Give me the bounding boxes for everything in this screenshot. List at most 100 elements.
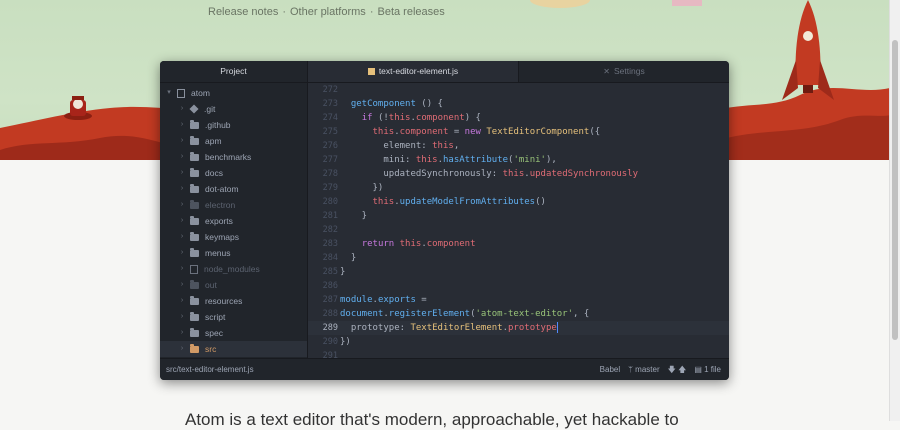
code-line: 285} [308,265,729,279]
code-line: 274 if (!this.component) { [308,111,729,125]
folder-icon [190,231,199,241]
tree-item-exports[interactable]: › exports [160,213,307,229]
tree-item-label: atom [191,88,210,98]
tree-item-docs[interactable]: › docs [160,165,307,181]
folder-icon [190,215,199,225]
tree-item-github[interactable]: › .github [160,117,307,133]
tree-item-node-modules[interactable]: › node_modules [160,261,307,277]
line-number: 280 [322,197,338,207]
tree-item-label: benchmarks [205,152,252,162]
tree-item-label: .git [204,104,216,114]
code-line-current: 289 prototype: TextEditorElement.prototy… [308,321,729,335]
chevron-right-icon: › [180,185,184,192]
tree-item-label: electron [205,200,236,210]
tree-item-label: script [205,312,226,322]
line-number: 275 [322,127,338,137]
git-fetch[interactable]: 🡇 🡅 [668,359,687,380]
repo-icon [177,88,185,98]
tree-item-electron[interactable]: › electron [160,197,307,213]
line-number: 287 [322,295,338,305]
code-line: 276 element: this, [308,139,729,153]
download-links: Release notes · Other platforms · Beta relea… [208,6,445,18]
tree-item-spec[interactable]: › spec [160,325,307,341]
chevron-right-icon: › [180,153,184,160]
tools-icon: ✕ [603,67,610,76]
line-number: 274 [322,113,338,123]
status-right: Babel ᛘ master 🡇 🡅 ▤ 1 file [600,359,721,380]
branch-label: master [635,365,660,374]
link-separator: · [369,6,374,18]
tab-settings[interactable]: ✕ Settings [519,61,729,82]
code-line: 290}) [308,335,729,349]
page-scrollbar[interactable] [889,0,900,421]
tree-item-keymaps[interactable]: › keymaps [160,229,307,245]
atom-editor-window: Project ▾ atom › .git › .github › apm › benchma… [160,61,729,380]
tree-root-atom[interactable]: ▾ atom [160,85,307,101]
folder-icon [190,119,199,129]
tree-item-git[interactable]: › .git [160,101,307,117]
tree-item-script[interactable]: › script [160,309,307,325]
code-line: 275 this.component = new TextEditorCompo… [308,125,729,139]
folder-icon [190,135,199,145]
line-number: 282 [322,225,338,235]
code-line: 278 updatedSynchronously: this.updatedSy… [308,167,729,181]
code-line: 279 }) [308,181,729,195]
line-number: 272 [322,85,338,95]
tree-list: ▾ atom › .git › .github › apm › benchmarks › docs… [160,83,307,357]
submodule-icon [190,264,198,274]
git-branch[interactable]: ᛘ master [628,359,659,380]
code-editor[interactable]: 272 273 getComponent () { 274 if (!this.… [308,83,729,358]
status-file-path[interactable]: src/text-editor-element.js [166,359,254,380]
chevron-right-icon: › [180,105,184,112]
code-line: 280 this.updateModelFromAttributes() [308,195,729,209]
tree-item-label: out [205,280,217,290]
file-count[interactable]: ▤ 1 file [694,359,721,380]
line-number: 273 [322,99,338,109]
tree-item-out[interactable]: › out [160,277,307,293]
folder-icon [190,199,199,209]
file-icon: ▤ [694,365,705,374]
arrow-down-icon: 🡇 [667,365,676,374]
chevron-right-icon: › [180,169,184,176]
line-number: 291 [322,351,338,358]
js-file-icon [367,68,375,76]
tree-item-dot-atom[interactable]: › dot-atom [160,181,307,197]
chevron-right-icon: › [180,217,184,224]
folder-icon [190,311,199,321]
scrollbar-thumb[interactable] [892,40,898,340]
tree-item-label: apm [205,136,222,146]
folder-icon [190,295,199,305]
grammar-selector[interactable]: Babel [600,359,620,380]
tree-item-menus[interactable]: › menus [160,245,307,261]
chevron-right-icon: › [180,121,184,128]
code-line: 282 [308,223,729,237]
line-number: 285 [322,267,338,277]
tree-item-label: dot-atom [205,184,239,194]
tree-item-resources[interactable]: › resources [160,293,307,309]
tree-item-label: exports [205,216,233,226]
tree-item-label: keymaps [205,232,240,242]
other-platforms-link[interactable]: Other platforms [290,6,366,18]
tab-bar: text-editor-element.js ✕ Settings [308,61,729,83]
release-notes-link[interactable]: Release notes [208,6,278,18]
line-number: 279 [322,183,338,193]
chevron-right-icon: › [180,329,184,336]
folder-icon [190,279,199,289]
link-separator: · [282,6,286,18]
arrow-up-icon: 🡅 [678,365,687,374]
line-number: 288 [322,309,338,319]
tree-item-benchmarks[interactable]: › benchmarks [160,149,307,165]
line-number: 283 [322,239,338,249]
tree-item-src[interactable]: › src [160,341,307,357]
tab-text-editor-element[interactable]: text-editor-element.js [308,61,519,82]
code-line: 272 [308,83,729,97]
line-number: 284 [322,253,338,263]
tree-view-header[interactable]: Project [160,61,307,83]
beta-releases-link[interactable]: Beta releases [377,6,444,18]
tab-label: text-editor-element.js [378,66,459,76]
tree-item-label: docs [205,168,223,178]
folder-icon [190,183,199,193]
tree-item-apm[interactable]: › apm [160,133,307,149]
chevron-right-icon: › [180,137,184,144]
folder-icon [190,327,199,337]
